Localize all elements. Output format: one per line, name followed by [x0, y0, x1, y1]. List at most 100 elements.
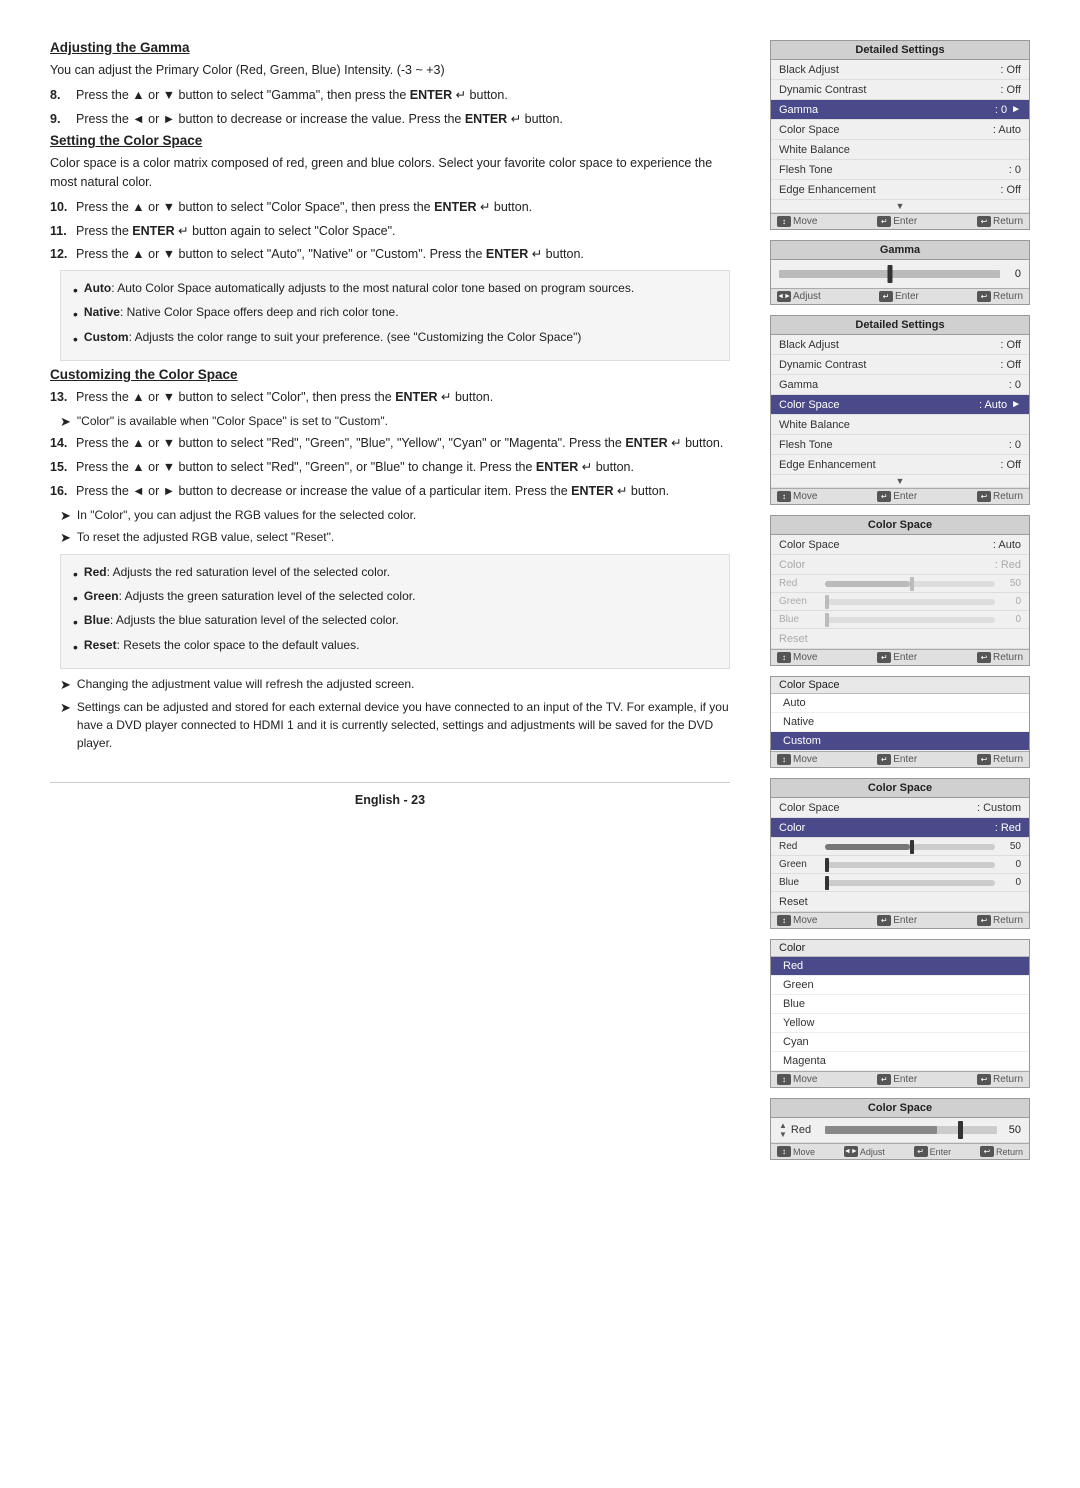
cs1-move-icon: ↕ [777, 652, 791, 663]
ds1-gamma-value: : 0 [995, 104, 1007, 116]
cs1-blue-value: 0 [1001, 614, 1021, 625]
arrow-note-2-text: In "Color", you can adjust the RGB value… [77, 506, 416, 524]
cs-item-10-num: 10. [50, 198, 72, 217]
cust-item-16-text: Press the ◄ or ► button to decrease or i… [76, 482, 730, 501]
cs1-green-track [825, 599, 995, 605]
cs1-slider-green: Green 0 [771, 593, 1029, 611]
colorspace-bullets: • Auto: Auto Color Space automatically a… [60, 270, 730, 361]
ds1-return-icon: ↩ [977, 216, 991, 227]
cust-item-15-text: Press the ▲ or ▼ button to select "Red",… [76, 458, 730, 477]
gamma-panel: Gamma 0 ◄► Adjust ↵ Enter ↩ Return [770, 240, 1030, 305]
colorspace-heading: Setting the Color Space [50, 133, 730, 148]
ds1-ee-value: : Off [1000, 184, 1021, 196]
ds2-cs-value: : Auto [979, 399, 1007, 411]
cd-cyan[interactable]: Cyan [771, 1033, 1029, 1052]
csd-auto[interactable]: Auto [771, 694, 1029, 713]
csd-move-icon: ↕ [777, 754, 791, 765]
gamma-section: Adjusting the Gamma You can adjust the P… [50, 40, 730, 128]
ds1-row-black: Black Adjust : Off [771, 60, 1029, 80]
gamma-thumb [887, 265, 892, 283]
ds2-black-value: : Off [1000, 339, 1021, 351]
ds2-dyncon-label: Dynamic Contrast [779, 359, 996, 371]
ds2-title: Detailed Settings [771, 316, 1029, 335]
ds2-row-cs: Color Space : Auto ► [771, 395, 1029, 415]
cust-item-16-num: 16. [50, 482, 72, 501]
bullet-red: • Red: Adjusts the red saturation level … [73, 563, 717, 585]
cs2-red-label: Red [779, 841, 819, 852]
cd-yellow[interactable]: Yellow [771, 1014, 1029, 1033]
cs-red-track [825, 1126, 997, 1134]
cs1-green-value: 0 [1001, 596, 1021, 607]
bullet-dot-blue: • [73, 611, 78, 633]
cd-red[interactable]: Red [771, 957, 1029, 976]
cd-green[interactable]: Green [771, 976, 1029, 995]
gamma-body: You can adjust the Primary Color (Red, G… [50, 61, 730, 80]
ds2-scroll-down: ▼ [771, 475, 1029, 488]
colorspace-body: Color space is a color matrix composed o… [50, 154, 730, 192]
ds2-dyncon-value: : Off [1000, 359, 1021, 371]
cs2-footer: ↕ Move ↵ Enter ↩ Return [771, 912, 1029, 928]
ds1-title: Detailed Settings [771, 41, 1029, 60]
cs1-slider-blue: Blue 0 [771, 611, 1029, 629]
gamma-track [779, 270, 1000, 278]
ds2-footer-move: ↕ Move [777, 491, 817, 502]
ds2-footer: ↕ Move ↵ Enter ↩ Return [771, 488, 1029, 504]
gamma-enter-icon: ↵ [879, 291, 893, 302]
cs1-green-label: Green [779, 596, 819, 607]
cs-red-thumb [958, 1121, 963, 1139]
cust-item-16: 16. Press the ◄ or ► button to decrease … [50, 482, 730, 501]
ds1-cs-value: : Auto [993, 124, 1021, 136]
cust-item-13-num: 13. [50, 388, 72, 407]
ds2-row-ee: Edge Enhancement : Off [771, 455, 1029, 475]
cs1-slider-red: Red 50 [771, 575, 1029, 593]
cs2-blue-track [825, 880, 995, 886]
bullet-auto: • Auto: Auto Color Space automatically a… [73, 279, 717, 301]
cs-red-row: ▲ ▼ Red 50 [771, 1118, 1029, 1143]
cs1-red-value: 50 [1001, 578, 1021, 589]
cs1-footer: ↕ Move ↵ Enter ↩ Return [771, 649, 1029, 665]
cs-red-fill [825, 1126, 937, 1134]
cd-move-icon: ↕ [777, 1074, 791, 1085]
cs-item-11-text: Press the ENTER ↵ button again to select… [76, 222, 730, 241]
bullet-dot-native: • [73, 303, 78, 325]
cs1-blue-track [825, 617, 995, 623]
ds2-cs-arrow: ► [1011, 399, 1021, 410]
cd-blue[interactable]: Blue [771, 995, 1029, 1014]
ds2-footer-enter: ↵ Enter [877, 491, 917, 502]
cs2-slider-red: Red 50 [771, 838, 1029, 856]
cs2-footer-return: ↩ Return [977, 915, 1023, 926]
cd-header: Color [771, 940, 1029, 957]
arrow-sym-2: ➤ [60, 506, 71, 526]
gamma-return-icon: ↩ [977, 291, 991, 302]
gamma-footer-enter: ↵ Enter [879, 291, 919, 302]
bullet-green-text: Green: Adjusts the green saturation leve… [84, 587, 416, 606]
colorspace-red-panel: Color Space ▲ ▼ Red 50 ↕ Move ◄► Adjust … [770, 1098, 1030, 1160]
csd-native[interactable]: Native [771, 713, 1029, 732]
colorspace-panel-1: Color Space Color Space : Auto Color : R… [770, 515, 1030, 666]
cs2-red-thumb [910, 840, 914, 854]
ds2-ft-value: : 0 [1009, 439, 1021, 451]
ds1-gamma-arrow: ► [1011, 104, 1021, 115]
ds2-row-gamma: Gamma : 0 [771, 375, 1029, 395]
cs-item-12-num: 12. [50, 245, 72, 264]
arrow-sym-3: ➤ [60, 528, 71, 548]
up-icon: ▲ [779, 1121, 787, 1130]
bullet-reset-text: Reset: Resets the color space to the def… [84, 636, 360, 655]
color-dropdown-panel: Color Red Green Blue Yellow Cyan Magenta… [770, 939, 1030, 1088]
cs1-red-thumb [910, 577, 914, 591]
cs2-green-label: Green [779, 859, 819, 870]
csd-custom[interactable]: Custom [771, 732, 1029, 751]
cs2-red-track [825, 844, 995, 850]
ds2-ee-label: Edge Enhancement [779, 459, 996, 471]
cs-item-11-num: 11. [50, 222, 72, 241]
customize-heading: Customizing the Color Space [50, 367, 730, 382]
cd-magenta[interactable]: Magenta [771, 1052, 1029, 1071]
bullet-dot-reset: • [73, 636, 78, 658]
cust-item-15-num: 15. [50, 458, 72, 477]
bullet-custom: • Custom: Adjusts the color range to sui… [73, 328, 717, 350]
detailed-settings-panel-1: Detailed Settings Black Adjust : Off Dyn… [770, 40, 1030, 230]
ds1-footer-enter: ↵ Enter [877, 216, 917, 227]
ds1-black-label: Black Adjust [779, 64, 996, 76]
cs-red-adjust-icon: ◄► [844, 1146, 858, 1157]
cs1-row-color: Color : Red [771, 555, 1029, 575]
